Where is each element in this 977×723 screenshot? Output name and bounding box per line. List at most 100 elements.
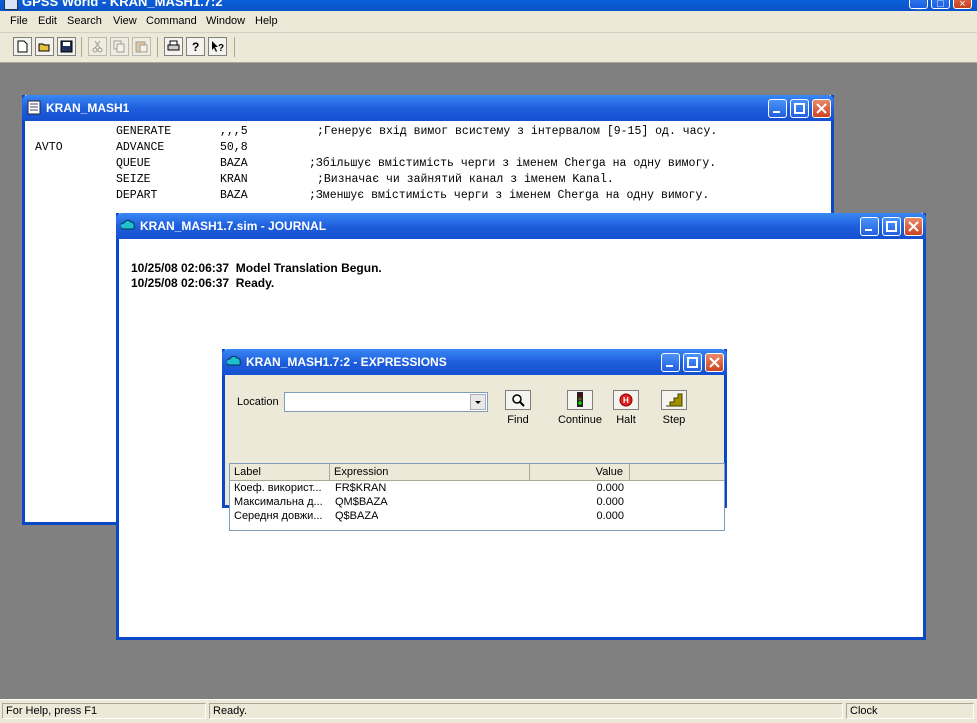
- location-combobox[interactable]: [284, 392, 488, 412]
- code-comment: ;Генерує вхід вимог всистему з інтервало…: [317, 125, 718, 138]
- status-state: Ready.: [209, 703, 843, 719]
- find-button[interactable]: Find: [493, 390, 543, 426]
- continue-button[interactable]: Continue: [555, 390, 605, 426]
- copy-icon: [113, 40, 125, 53]
- context-help-button[interactable]: ?: [208, 37, 227, 56]
- row-label: Максимальна д...: [234, 496, 323, 508]
- expressions-close-button[interactable]: [705, 353, 724, 372]
- journal-window-title: KRAN_MASH1.7.sim - JOURNAL: [140, 219, 327, 233]
- app-title: GPSS World - KRAN_MASH1.7:2: [22, 0, 223, 9]
- halt-button[interactable]: H Halt: [601, 390, 651, 426]
- close-icon: [908, 221, 919, 232]
- model-close-button[interactable]: [812, 99, 831, 118]
- simulation-cloud-icon: [121, 219, 135, 230]
- code-op: QUEUE: [116, 157, 151, 170]
- menu-command[interactable]: Command: [146, 15, 197, 27]
- model-maximize-button[interactable]: [790, 99, 809, 118]
- status-bar: For Help, press F1 Ready. Clock: [0, 699, 977, 723]
- cut-icon: [92, 40, 103, 53]
- question-icon: ?: [192, 40, 199, 53]
- code-comment: ;Визначає чи зайнятий канал з іменем Kan…: [317, 173, 614, 186]
- expressions-minimize-button[interactable]: [661, 353, 680, 372]
- minimize-app-button[interactable]: _: [909, 0, 928, 10]
- print-button[interactable]: [164, 37, 183, 56]
- new-file-icon: [17, 40, 28, 53]
- maximize-app-button[interactable]: □: [931, 0, 950, 10]
- close-icon: [709, 357, 720, 368]
- halt-label: Halt: [616, 414, 636, 426]
- cut-button[interactable]: [88, 37, 107, 56]
- minimize-icon: [773, 111, 780, 113]
- code-op: ADVANCE: [116, 141, 165, 154]
- step-button[interactable]: Step: [649, 390, 699, 426]
- row-label: Середня довжи...: [234, 510, 323, 522]
- about-button[interactable]: ?: [186, 37, 205, 56]
- row-expression: FR$KRAN: [335, 482, 387, 494]
- menu-window[interactable]: Window: [206, 15, 245, 27]
- menu-bar: File Edit Search View Command Window Hel…: [0, 11, 977, 33]
- menu-search[interactable]: Search: [67, 15, 102, 27]
- printer-icon: [167, 40, 180, 51]
- expressions-window-title-bar[interactable]: KRAN_MASH1.7:2 - EXPRESSIONS: [222, 349, 727, 375]
- table-header: Label Expression Value: [230, 464, 724, 481]
- code-op: GENERATE: [116, 125, 172, 138]
- model-window-title: KRAN_MASH1: [46, 101, 130, 115]
- expressions-window: KRAN_MASH1.7:2 - EXPRESSIONS Location Fi…: [222, 349, 727, 531]
- app-title-bar: GPSS World - KRAN_MASH1.7:2 _ □ ×: [0, 0, 977, 11]
- model-minimize-button[interactable]: [768, 99, 787, 118]
- expressions-window-title: KRAN_MASH1.7:2 - EXPRESSIONS: [246, 355, 447, 369]
- code-operand: ,,,5: [220, 125, 248, 138]
- code-operand: BAZA: [220, 189, 248, 202]
- row-value: 0.000: [596, 510, 624, 522]
- model-document-icon: [27, 100, 41, 115]
- menu-edit[interactable]: Edit: [38, 15, 57, 27]
- column-header-value[interactable]: Value: [530, 464, 630, 480]
- find-label: Find: [507, 414, 529, 426]
- maximize-icon: [687, 357, 698, 368]
- row-expression: QM$BAZA: [335, 496, 388, 508]
- row-label: Коеф. використ...: [234, 482, 322, 494]
- column-header-label[interactable]: Label: [230, 464, 330, 480]
- menu-file[interactable]: File: [10, 15, 28, 27]
- table-row[interactable]: Максимальна д... QM$BAZA 0.000: [230, 496, 724, 510]
- code-operand: KRAN: [220, 173, 248, 186]
- code-op: DEPART: [116, 189, 158, 202]
- location-label: Location: [237, 396, 279, 408]
- close-icon: [816, 103, 827, 114]
- code-label: AVTO: [35, 141, 63, 154]
- traffic-light-icon: [577, 392, 583, 407]
- journal-minimize-button[interactable]: [860, 217, 879, 236]
- new-file-button[interactable]: [13, 37, 32, 56]
- menu-help[interactable]: Help: [255, 15, 278, 27]
- dropdown-arrow[interactable]: [470, 394, 486, 410]
- save-icon: [60, 40, 73, 53]
- maximize-icon: [886, 221, 897, 232]
- save-button[interactable]: [57, 37, 76, 56]
- table-row[interactable]: Середня довжи... Q$BAZA 0.000: [230, 510, 724, 524]
- row-value: 0.000: [596, 496, 624, 508]
- table-row[interactable]: Коеф. використ... FR$KRAN 0.000: [230, 482, 724, 496]
- close-app-button[interactable]: ×: [953, 0, 972, 10]
- chevron-down-icon: [475, 401, 481, 404]
- journal-maximize-button[interactable]: [882, 217, 901, 236]
- code-operand: 50,8: [220, 141, 248, 154]
- expressions-panel: Location Find Continue H Halt Step Label: [225, 375, 725, 531]
- column-header-expression[interactable]: Expression: [330, 464, 530, 480]
- journal-window-title-bar[interactable]: KRAN_MASH1.7.sim - JOURNAL: [116, 213, 926, 239]
- journal-entry: 10/25/08 02:06:37 Model Translation Begu…: [131, 261, 382, 275]
- journal-close-button[interactable]: [904, 217, 923, 236]
- model-window-title-bar[interactable]: KRAN_MASH1: [22, 95, 834, 121]
- code-op: SEIZE: [116, 173, 151, 186]
- continue-label: Continue: [557, 414, 603, 426]
- code-operand: BAZA: [220, 157, 248, 170]
- context-help-icon: ?: [212, 41, 224, 53]
- step-label: Step: [662, 414, 686, 426]
- paste-button[interactable]: [132, 37, 151, 56]
- maximize-icon: [794, 103, 805, 114]
- expressions-maximize-button[interactable]: [683, 353, 702, 372]
- expressions-table[interactable]: Label Expression Value Коеф. використ...…: [229, 463, 725, 531]
- copy-button[interactable]: [110, 37, 129, 56]
- open-file-button[interactable]: [35, 37, 54, 56]
- minimize-icon: [666, 365, 673, 367]
- menu-view[interactable]: View: [113, 15, 137, 27]
